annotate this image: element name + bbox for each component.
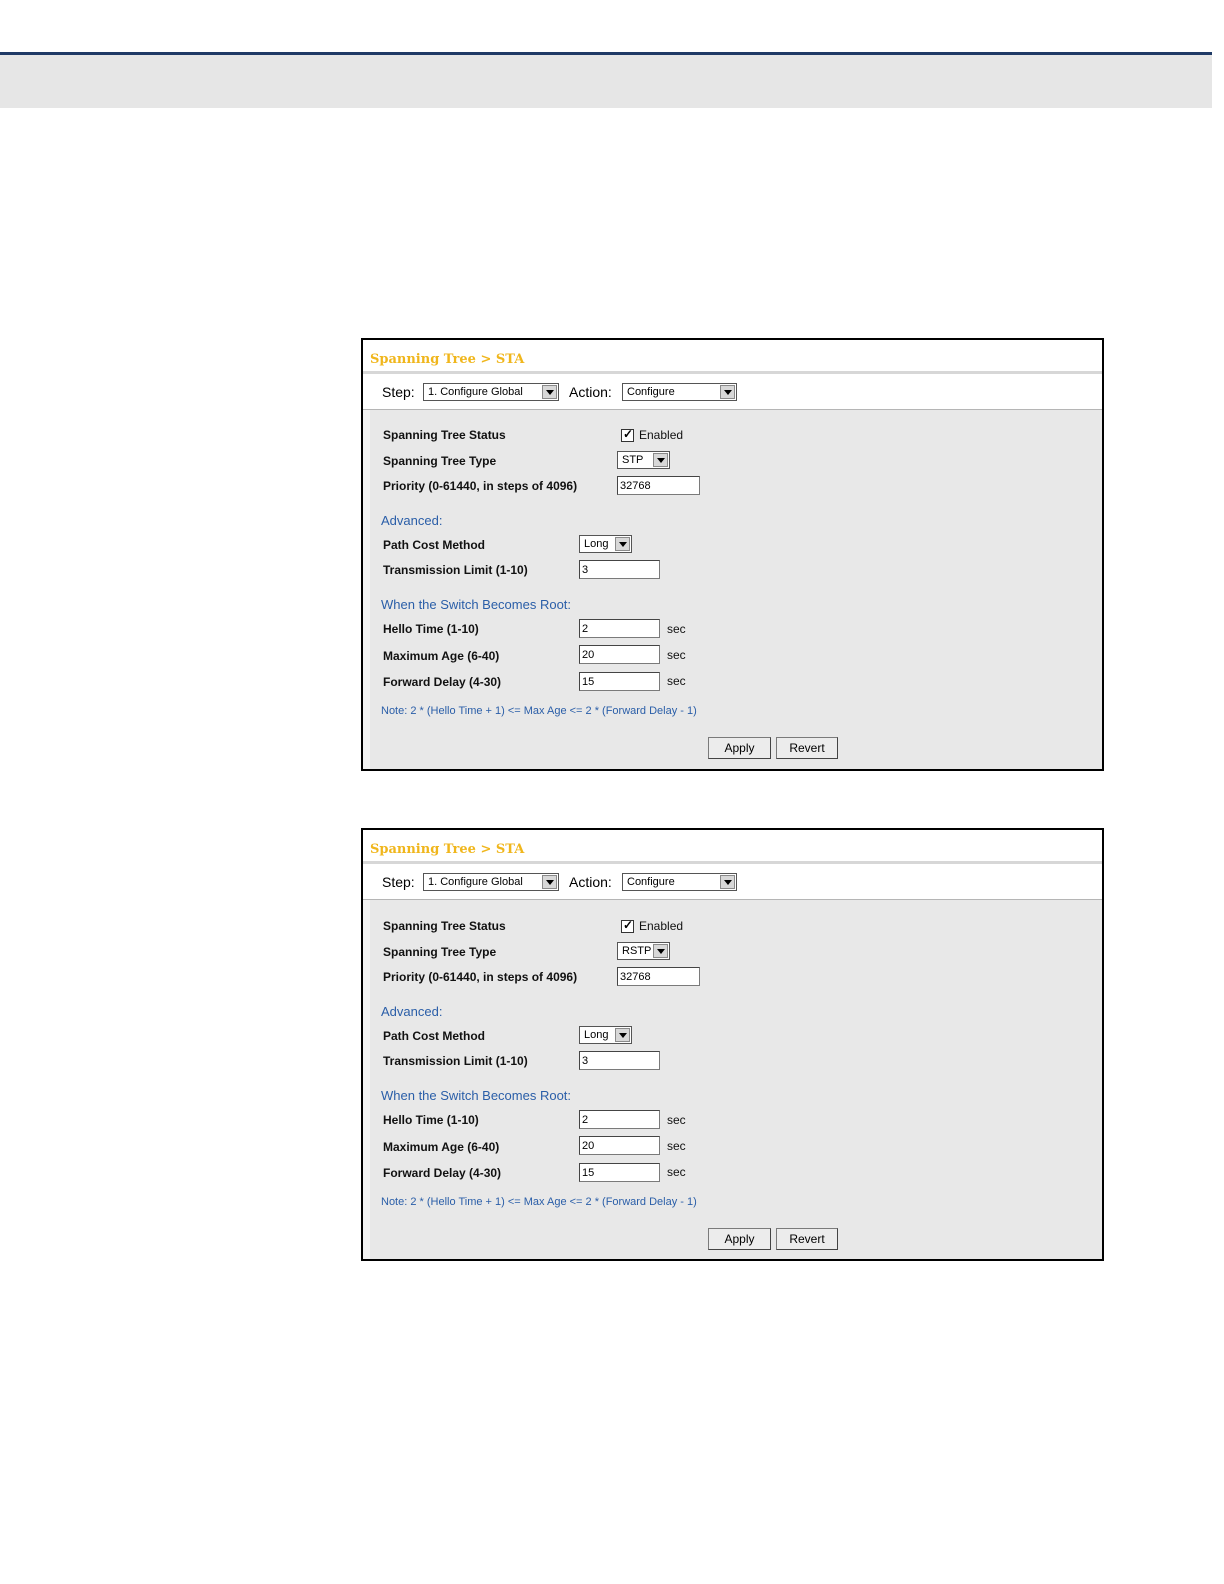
hello-time-label: Hello Time (1-10) [383,622,479,636]
sta-config-screenshot-rstp: Spanning Tree > STA Step: 1. Configure G… [361,828,1104,1261]
chevron-down-icon[interactable] [653,453,668,467]
enabled-label: Enabled [639,919,684,933]
path-cost-method-value: Long [584,538,609,550]
step-select[interactable]: 1. Configure Global [423,873,559,891]
maximum-age-unit: sec [667,1139,686,1153]
hello-time-label: Hello Time (1-10) [383,1113,479,1127]
page-title: Spanning Tree > STA [370,352,525,367]
spanning-tree-type-select[interactable]: STP [617,451,670,469]
forward-delay-value: 15 [582,1167,595,1179]
spanning-tree-type-value: RSTP [622,945,652,957]
hello-time-value: 2 [582,1114,589,1126]
title-bar: Spanning Tree > STA [363,830,1102,864]
path-cost-method-select[interactable]: Long [579,535,632,553]
forward-delay-label: Forward Delay (4-30) [383,1166,502,1180]
action-label: Action: [569,874,612,890]
chevron-down-icon[interactable] [542,385,557,399]
timing-note: Note: 2 * (Hello Time + 1) <= Max Age <=… [381,1196,697,1208]
enabled-label: Enabled [639,428,684,442]
maximum-age-unit: sec [667,648,686,662]
step-label: Step: [382,874,415,890]
transmission-limit-label: Transmission Limit (1-10) [383,1054,528,1068]
root-heading: When the Switch Becomes Root: [381,597,572,612]
revert-button[interactable]: Revert [776,1228,838,1250]
apply-button[interactable]: Apply [708,737,771,759]
advanced-heading: Advanced: [381,513,443,528]
transmission-limit-value: 3 [582,1055,589,1067]
priority-input[interactable]: 32768 [617,967,700,986]
hello-time-value: 2 [582,623,589,635]
content-left-strip [363,900,370,1259]
maximum-age-value: 20 [582,649,595,661]
priority-value: 32768 [620,971,651,983]
spanning-tree-status-checkbox[interactable] [621,918,634,933]
forward-delay-input[interactable]: 15 [579,1163,660,1182]
action-select[interactable]: Configure [622,873,737,891]
step-select[interactable]: 1. Configure Global [423,383,559,401]
path-cost-method-select[interactable]: Long [579,1026,632,1044]
forward-delay-unit: sec [667,1165,686,1179]
forward-delay-value: 15 [582,676,595,688]
step-bar: Step: 1. Configure Global Action: Config… [363,374,1102,410]
maximum-age-value: 20 [582,1140,595,1152]
priority-input[interactable]: 32768 [617,476,700,495]
chevron-down-icon[interactable] [542,875,557,889]
transmission-limit-value: 3 [582,564,589,576]
chevron-down-icon[interactable] [720,385,735,399]
step-label: Step: [382,384,415,400]
maximum-age-input[interactable]: 20 [579,1136,660,1155]
maximum-age-input[interactable]: 20 [579,645,660,664]
forward-delay-unit: sec [667,674,686,688]
transmission-limit-input[interactable]: 3 [579,560,660,579]
priority-label: Priority (0-61440, in steps of 4096) [383,970,578,984]
spanning-tree-status-checkbox[interactable] [621,427,634,442]
transmission-limit-label: Transmission Limit (1-10) [383,563,528,577]
apply-button[interactable]: Apply [708,1228,771,1250]
chevron-down-icon[interactable] [653,944,668,958]
action-select-value: Configure [627,386,675,398]
chevron-down-icon[interactable] [720,875,735,889]
priority-label: Priority (0-61440, in steps of 4096) [383,479,578,493]
action-select[interactable]: Configure [622,383,737,401]
timing-note: Note: 2 * (Hello Time + 1) <= Max Age <=… [381,705,697,717]
path-cost-method-value: Long [584,1029,609,1041]
page-title: Spanning Tree > STA [370,842,525,857]
root-heading: When the Switch Becomes Root: [381,1088,572,1103]
spanning-tree-type-label: Spanning Tree Type [383,945,497,959]
hello-time-input[interactable]: 2 [579,1110,660,1129]
priority-value: 32768 [620,480,651,492]
chevron-down-icon[interactable] [615,1028,630,1042]
spanning-tree-status-label: Spanning Tree Status [383,919,506,933]
forward-delay-input[interactable]: 15 [579,672,660,691]
maximum-age-label: Maximum Age (6-40) [383,649,500,663]
path-cost-method-label: Path Cost Method [383,538,485,552]
spanning-tree-type-select[interactable]: RSTP [617,942,670,960]
step-bar: Step: 1. Configure Global Action: Config… [363,864,1102,900]
maximum-age-label: Maximum Age (6-40) [383,1140,500,1154]
spanning-tree-status-label: Spanning Tree Status [383,428,506,442]
path-cost-method-label: Path Cost Method [383,1029,485,1043]
step-select-value: 1. Configure Global [428,876,523,888]
step-select-value: 1. Configure Global [428,386,523,398]
hello-time-unit: sec [667,1113,686,1127]
title-bar: Spanning Tree > STA [363,340,1102,374]
page-header-band [0,55,1212,108]
hello-time-input[interactable]: 2 [579,619,660,638]
forward-delay-label: Forward Delay (4-30) [383,675,502,689]
advanced-heading: Advanced: [381,1004,443,1019]
chevron-down-icon[interactable] [615,537,630,551]
action-select-value: Configure [627,876,675,888]
content-left-strip [363,410,370,769]
spanning-tree-type-label: Spanning Tree Type [383,454,497,468]
spanning-tree-type-value: STP [622,454,644,466]
sta-config-screenshot-stp: Spanning Tree > STA Step: 1. Configure G… [361,338,1104,771]
hello-time-unit: sec [667,622,686,636]
transmission-limit-input[interactable]: 3 [579,1051,660,1070]
action-label: Action: [569,384,612,400]
revert-button[interactable]: Revert [776,737,838,759]
